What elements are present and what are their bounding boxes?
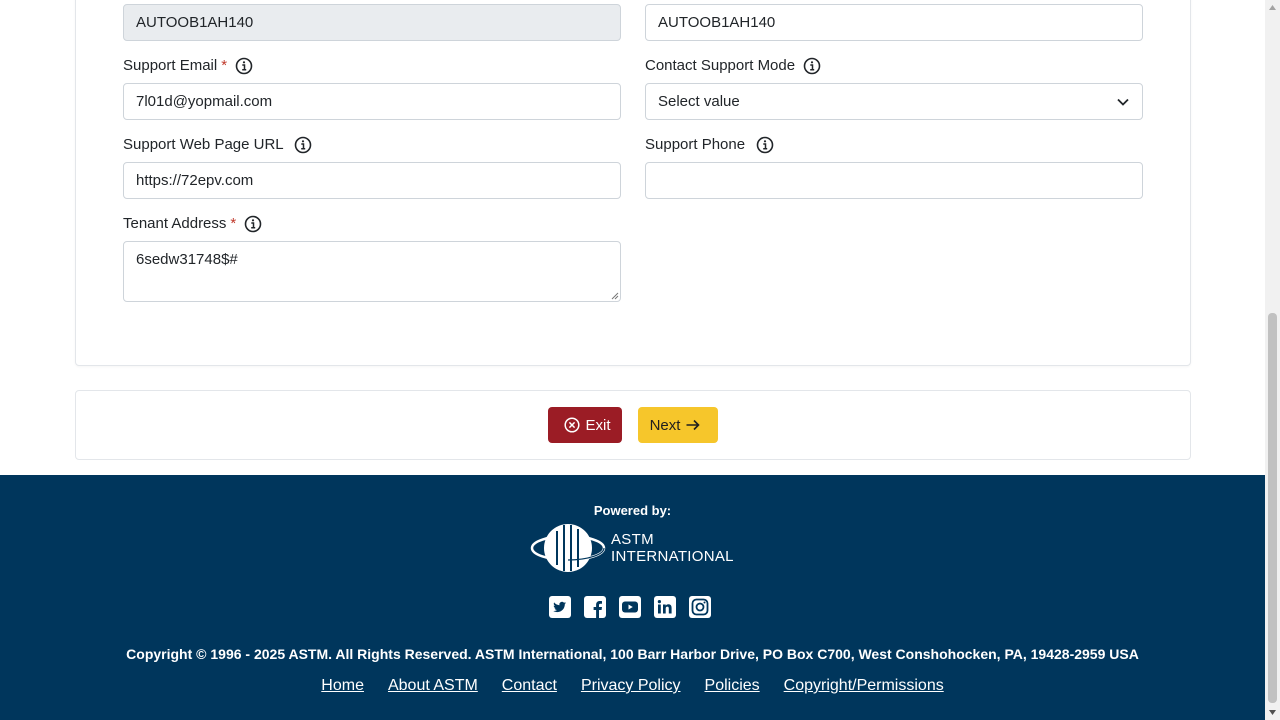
tenant-form-card: AUTOOB1AH140 AUTOOB1AH140 Support Email … (75, 0, 1191, 366)
scroll-down-arrow-icon[interactable] (1268, 708, 1277, 717)
exit-button[interactable]: Exit (548, 407, 622, 443)
copyright-text: Copyright © 1996 - 2025 ASTM. All Rights… (126, 646, 1139, 662)
textarea-value: 6sedw31748$# (136, 251, 238, 268)
footer-link-about[interactable]: About ASTM (388, 677, 478, 695)
support-email-label: Support Email * (123, 56, 253, 76)
chevron-down-icon (1117, 98, 1129, 106)
twitter-icon[interactable] (549, 596, 571, 618)
info-icon[interactable] (756, 136, 774, 154)
social-links (549, 596, 711, 618)
tenant-address-textarea[interactable]: 6sedw31748$# (123, 241, 621, 302)
powered-by-text: Powered by: (593, 503, 672, 518)
exit-button-label: Exit (585, 416, 611, 434)
scrollbar-thumb[interactable] (1268, 313, 1277, 703)
select-value: Select value (658, 93, 740, 110)
footer-link-contact[interactable]: Contact (502, 677, 557, 695)
info-icon[interactable] (803, 57, 821, 75)
footer-links: Home About ASTM Contact Privacy Policy P… (0, 677, 1265, 695)
logo-line2: INTERNATIONAL (611, 548, 734, 565)
contact-support-mode-label-text: Contact Support Mode (645, 57, 796, 74)
footer-link-privacy[interactable]: Privacy Policy (581, 677, 681, 695)
page: AUTOOB1AH140 AUTOOB1AH140 Support Email … (0, 0, 1265, 720)
support-web-url-label: Support Web Page URL (123, 135, 312, 155)
footer-link-home[interactable]: Home (321, 677, 364, 695)
next-button[interactable]: Next (638, 407, 718, 443)
tenant-name-input[interactable]: AUTOOB1AH140 (645, 4, 1143, 41)
info-icon[interactable] (235, 57, 253, 75)
footer: Powered by: ASTM INTERNATIONAL Copyright… (0, 475, 1265, 720)
support-phone-label-text: Support Phone (645, 136, 746, 153)
resize-handle-icon[interactable] (610, 291, 619, 300)
support-email-label-text: Support Email (123, 57, 218, 74)
instagram-icon[interactable] (689, 596, 711, 618)
tenant-address-label: Tenant Address * (123, 214, 262, 234)
tenant-address-label-text: Tenant Address (123, 215, 227, 232)
support-web-url-label-text: Support Web Page URL (123, 136, 284, 153)
contact-support-mode-label: Contact Support Mode (645, 56, 821, 76)
vertical-scrollbar[interactable] (1265, 0, 1280, 720)
linkedin-icon[interactable] (654, 596, 676, 618)
tenant-code-input: AUTOOB1AH140 (123, 4, 621, 41)
required-mark: * (221, 57, 228, 74)
scroll-up-arrow-icon[interactable] (1268, 3, 1277, 12)
footer-link-copyright[interactable]: Copyright/Permissions (784, 677, 944, 695)
support-email-input[interactable]: 7l01d@yopmail.com (123, 83, 621, 120)
logo-line1: ASTM (611, 531, 654, 548)
support-phone-input[interactable] (645, 162, 1143, 199)
footer-link-policies[interactable]: Policies (705, 677, 760, 695)
support-phone-label: Support Phone (645, 135, 774, 155)
youtube-icon[interactable] (619, 596, 641, 618)
info-icon[interactable] (294, 136, 312, 154)
actions-card: Exit Next (75, 390, 1191, 460)
close-circle-icon (564, 417, 581, 433)
support-web-url-input[interactable]: https://72epv.com (123, 162, 621, 199)
next-button-label: Next (649, 416, 681, 434)
astm-globe-icon (530, 524, 606, 572)
astm-logo[interactable]: ASTM INTERNATIONAL (530, 517, 734, 579)
required-mark: * (230, 215, 237, 232)
astm-logo-text: ASTM INTERNATIONAL (611, 531, 734, 565)
info-icon[interactable] (244, 215, 262, 233)
arrow-right-icon (686, 419, 701, 431)
facebook-icon[interactable] (584, 596, 606, 618)
contact-support-mode-select[interactable]: Select value (645, 83, 1143, 120)
